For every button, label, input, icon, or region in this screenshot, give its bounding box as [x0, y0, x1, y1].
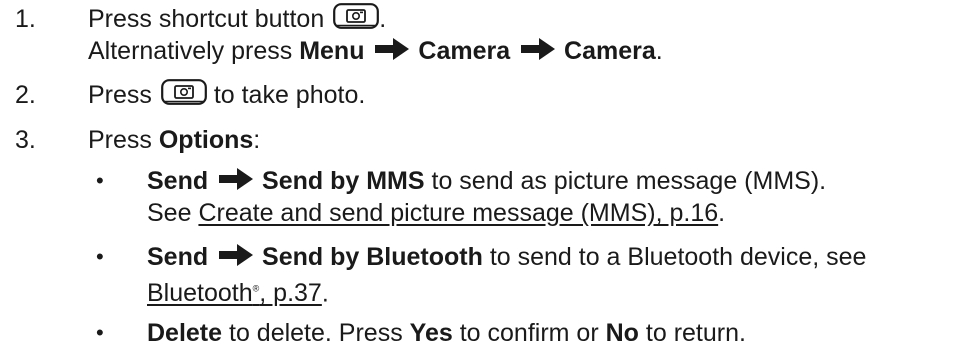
- step-2-line: Press to take photo.: [88, 80, 365, 110]
- link-text: , p.37: [259, 279, 322, 308]
- right-arrow-icon: [219, 244, 253, 266]
- bullet-text: .: [718, 199, 726, 227]
- step-1-line-1: Press shortcut button .: [88, 4, 386, 34]
- step-text: to take photo.: [213, 81, 366, 109]
- bullet-text: to confirm or: [459, 319, 599, 347]
- camera-key-icon: [333, 3, 379, 29]
- menu-label: Send by Bluetooth: [262, 243, 483, 271]
- step-number: 3.: [15, 126, 36, 154]
- camera-key-icon: [161, 79, 207, 105]
- step-number: 2.: [15, 81, 36, 109]
- menu-label: Yes: [409, 319, 453, 347]
- bluetooth-page-link[interactable]: Bluetooth®, p.37: [147, 279, 322, 307]
- right-arrow-icon: [219, 168, 253, 190]
- bullet-1-line-1: Send Send by MMS to send as picture mess…: [147, 166, 826, 196]
- step-text: Press: [88, 81, 152, 109]
- bullet: •: [96, 320, 104, 345]
- bullet: •: [96, 168, 104, 193]
- instruction-document: 1. Press shortcut button . Alternatively…: [0, 0, 979, 355]
- menu-label: Send by MMS: [262, 167, 425, 195]
- step-text: Alternatively press: [88, 37, 293, 65]
- bullet-text: .: [321, 279, 329, 308]
- menu-label: Options: [158, 126, 254, 154]
- step-1-line-2: Alternatively press Menu Camera Camera.: [88, 36, 663, 66]
- right-arrow-icon: [375, 38, 409, 60]
- bullet-text: to send to a Bluetooth device, see: [489, 243, 867, 271]
- bullet-2-line-2: Bluetooth®, p.37.: [147, 274, 329, 308]
- menu-label: Menu: [299, 37, 365, 65]
- bullet-text: to return.: [645, 319, 746, 347]
- bullet-2-line-1: Send Send by Bluetooth to send to a Blue…: [147, 242, 866, 272]
- step-text: Press shortcut button: [88, 5, 325, 33]
- menu-label: Send: [147, 167, 209, 195]
- link-text: Bluetooth: [147, 279, 253, 308]
- bullet: •: [96, 244, 104, 269]
- right-arrow-icon: [521, 38, 555, 60]
- bullet-3-line: Delete to delete. Press Yes to confirm o…: [147, 318, 746, 348]
- bullet-text: to delete. Press: [229, 319, 403, 347]
- menu-label: Camera: [418, 37, 511, 65]
- mms-page-link[interactable]: Create and send picture message (MMS), p…: [198, 199, 718, 227]
- step-text: Press: [88, 126, 152, 154]
- menu-label: Delete: [147, 319, 223, 347]
- step-3-line: Press Options:: [88, 125, 260, 155]
- bullet-text: to send as picture message (MMS).: [431, 167, 827, 195]
- bullet-1-line-2: See Create and send picture message (MMS…: [147, 198, 725, 228]
- step-text: .: [655, 37, 663, 65]
- step-text: :: [253, 126, 261, 154]
- menu-label: Send: [147, 243, 209, 271]
- menu-label: No: [605, 319, 639, 347]
- step-number: 1.: [15, 5, 36, 33]
- menu-label: Camera: [564, 37, 656, 65]
- bullet-text: See: [147, 199, 192, 227]
- step-text: .: [379, 5, 387, 33]
